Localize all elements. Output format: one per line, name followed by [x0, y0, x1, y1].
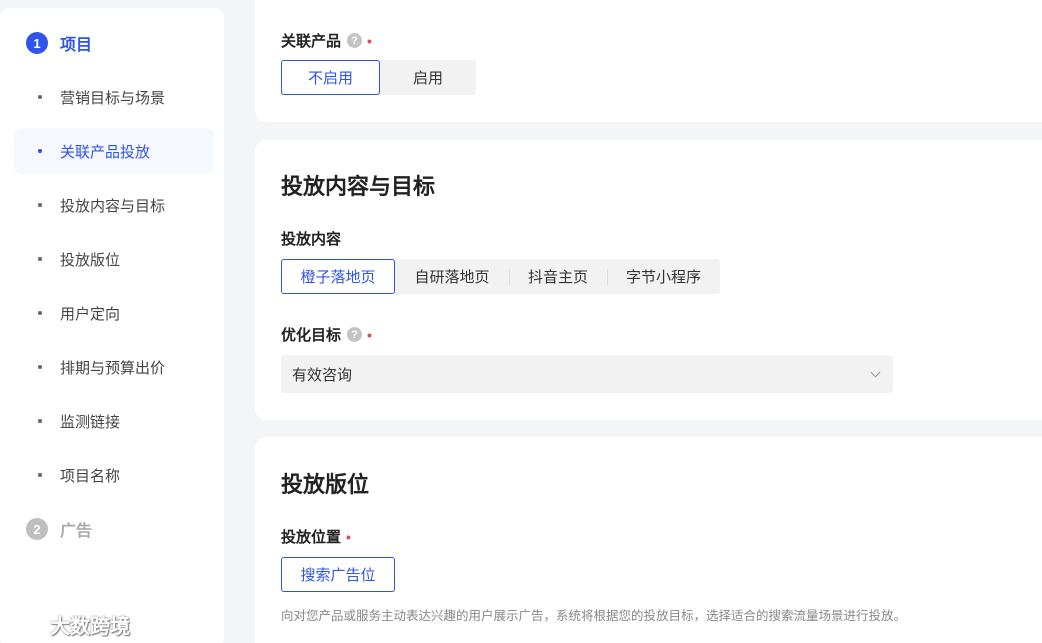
field-label: 投放内容: [281, 231, 342, 248]
field-label: 投放位置: [281, 529, 342, 546]
field-label: 优化目标: [281, 327, 342, 344]
bullet-icon: [38, 257, 42, 261]
content-goal-card: 投放内容与目标 投放内容 橙子落地页 自研落地页 抖音主页 字节小程序 优化目标…: [255, 140, 1042, 420]
watermark-text: 大数跨境: [50, 616, 130, 638]
bullet-icon: [38, 149, 42, 153]
bullet-icon: [38, 203, 42, 207]
sidebar-item-label: 关联产品投放: [60, 143, 151, 161]
sidebar-item-schedule-budget[interactable]: 排期与预算出价: [14, 344, 214, 390]
option-enable[interactable]: 启用: [380, 60, 476, 95]
required-mark: •: [367, 326, 372, 343]
field-label: 关联产品: [281, 33, 342, 50]
sidebar-item-label: 项目名称: [60, 467, 121, 485]
sidebar-item-label: 投放内容与目标: [60, 197, 166, 215]
sidebar-item-label: 投放版位: [60, 251, 121, 269]
bullet-icon: [38, 311, 42, 315]
content-type-segmented: 橙子落地页 自研落地页 抖音主页 字节小程序: [281, 259, 720, 294]
sidebar-item-label: 监测链接: [60, 413, 121, 431]
linked-product-label-row: 关联产品 ? •: [281, 30, 372, 51]
sidebar-item-targeting[interactable]: 用户定向: [14, 290, 214, 336]
placement-description: 向对您产品或服务主动表达兴趣的用户展示广告，系统将根据您的投放目标，选择适合的搜…: [281, 609, 907, 623]
help-icon[interactable]: ?: [347, 327, 363, 342]
watermark: 大数跨境: [8, 610, 130, 639]
sidebar-item-project-name[interactable]: 项目名称: [14, 452, 214, 498]
sidebar-item-content-goal[interactable]: 投放内容与目标: [14, 182, 214, 228]
placement-card: 投放版位 投放位置 • 搜索广告位 向对您产品或服务主动表达兴趣的用户展示广告，…: [255, 437, 1042, 643]
section-title: 投放版位: [281, 472, 370, 497]
bullet-icon: [38, 365, 42, 369]
bullet-icon: [38, 473, 42, 477]
step-label: 项目: [60, 37, 93, 54]
step-ad[interactable]: 2 广告: [26, 518, 92, 540]
option-self-landing[interactable]: 自研落地页: [395, 259, 509, 294]
option-bytedance-miniapp[interactable]: 字节小程序: [607, 259, 720, 294]
chevron-down-icon: [870, 367, 881, 378]
required-mark: •: [346, 528, 351, 545]
sidebar-item-tracking-link[interactable]: 监测链接: [14, 398, 214, 444]
sidebar-item-label: 排期与预算出价: [60, 359, 166, 377]
option-orange-landing[interactable]: 橙子落地页: [281, 259, 395, 294]
linked-product-toggle: 不启用 启用: [281, 60, 476, 95]
bullet-icon: [38, 95, 42, 99]
sidebar-item-linked-product[interactable]: 关联产品投放: [14, 128, 214, 174]
sidebar-item-marketing-goal[interactable]: 营销目标与场景: [14, 74, 214, 120]
bullet-icon: [38, 419, 42, 423]
option-douyin-home[interactable]: 抖音主页: [509, 259, 607, 294]
required-mark: •: [367, 32, 372, 49]
help-icon[interactable]: ?: [347, 33, 363, 48]
step-number: 2: [26, 518, 48, 540]
sidebar-item-placement[interactable]: 投放版位: [14, 236, 214, 282]
position-options: 搜索广告位: [281, 557, 395, 592]
sidebar: 1 项目 营销目标与场景 关联产品投放 投放内容与目标 投放版位 用户定向 排期…: [0, 8, 224, 643]
option-disable[interactable]: 不启用: [281, 60, 380, 95]
optimization-goal-select[interactable]: 有效咨询: [281, 355, 893, 393]
position-label-row: 投放位置 •: [281, 526, 351, 547]
logo-icon: [10, 616, 46, 632]
step-project[interactable]: 1 项目: [26, 32, 92, 54]
step-label: 广告: [60, 523, 93, 540]
sidebar-item-label: 营销目标与场景: [60, 89, 166, 107]
linked-product-card: 关联产品 ? • 不启用 启用: [255, 0, 1042, 122]
content-label-row: 投放内容: [281, 228, 341, 249]
goal-label-row: 优化目标 ? •: [281, 324, 372, 345]
select-value: 有效咨询: [292, 366, 353, 384]
step-number: 1: [26, 32, 48, 54]
option-search-ad[interactable]: 搜索广告位: [281, 557, 395, 592]
section-title: 投放内容与目标: [281, 174, 436, 199]
sidebar-item-label: 用户定向: [60, 305, 121, 323]
